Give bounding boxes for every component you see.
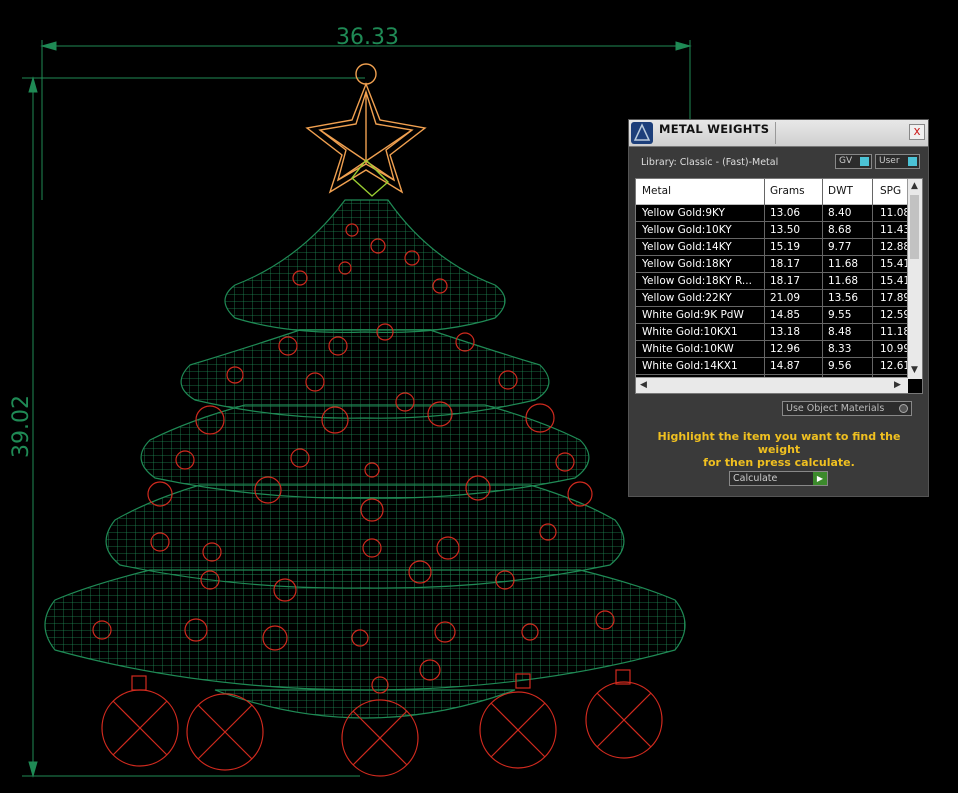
scroll-right-icon[interactable]: ▶	[894, 380, 901, 390]
cell-spg: 11.08	[880, 207, 908, 219]
table-row[interactable]: Yellow Gold:10KY 13.50 8.68 11.43	[636, 222, 908, 239]
scroll-thumb[interactable]	[910, 195, 919, 259]
cell-spg: 12.61	[880, 360, 908, 372]
title-divider	[775, 122, 776, 144]
cell-dwt: 9.55	[828, 309, 852, 321]
column-header-spg[interactable]: SPG	[880, 185, 901, 197]
cell-dwt: 8.33	[828, 343, 852, 355]
toggle-knob-icon	[908, 157, 917, 166]
cell-metal: White Gold:14KX1	[642, 360, 738, 372]
cell-metal: Yellow Gold:10KY	[642, 224, 732, 236]
table-row[interactable]: Yellow Gold:22KY 21.09 13.56 17.89	[636, 290, 908, 307]
app-logo-icon	[631, 122, 653, 144]
metal-weights-panel: METAL WEIGHTS x Library: Classic - (Fast…	[628, 119, 929, 497]
library-label: Library: Classic - (Fast)-Metal	[641, 157, 779, 168]
calculate-button[interactable]: Calculate ▶	[729, 471, 828, 486]
cell-metal: Yellow Gold:22KY	[642, 292, 732, 304]
cell-grams: 14.87	[770, 360, 801, 372]
calculate-label: Calculate	[733, 473, 778, 484]
metal-weights-table[interactable]: Metal Grams DWT SPG Yellow Gold:9KY 13.06…	[635, 178, 923, 394]
cell-grams: 18.17	[770, 275, 801, 287]
vertical-scrollbar[interactable]: ▲ ▼	[907, 179, 922, 379]
star-topper	[305, 63, 427, 197]
cell-spg: 12.59	[880, 309, 908, 321]
use-object-materials-toggle[interactable]: Use Object Materials	[782, 401, 912, 416]
tree-body	[44, 199, 686, 719]
cell-dwt: 9.56	[828, 360, 852, 372]
cell-dwt: 13.56	[828, 292, 859, 304]
cell-dwt: 9.77	[828, 241, 852, 253]
table-row[interactable]: White Gold:10KW 12.96 8.33 10.99	[636, 341, 908, 358]
cell-metal: Yellow Gold:18KY	[642, 258, 732, 270]
cell-spg: 12.88	[880, 241, 908, 253]
panel-title-bar[interactable]: METAL WEIGHTS x	[629, 120, 928, 147]
cell-metal: Yellow Gold:14KY	[642, 241, 732, 253]
table-row[interactable]: White Gold:10KX1 13.18 8.48 11.18	[636, 324, 908, 341]
cell-dwt: 8.40	[828, 207, 852, 219]
cell-spg: 10.99	[880, 343, 908, 355]
user-toggle[interactable]: User	[875, 154, 920, 169]
cell-metal: Yellow Gold:9KY	[642, 207, 725, 219]
cell-spg: 11.18	[880, 326, 908, 338]
user-toggle-label: User	[879, 156, 900, 166]
cell-grams: 12.96	[770, 343, 801, 355]
horizontal-scrollbar[interactable]: ◀ ▶	[636, 377, 908, 393]
gv-toggle-label: GV	[839, 156, 853, 166]
close-button[interactable]: x	[909, 124, 925, 140]
cell-grams: 13.18	[770, 326, 801, 338]
table-row[interactable]: White Gold:14KX1 14.87 9.56 12.61	[636, 358, 908, 375]
cell-dwt: 11.68	[828, 258, 859, 270]
table-row[interactable]: Yellow Gold:9KY 13.06 8.40 11.08	[636, 205, 908, 222]
cell-metal: White Gold:10KX1	[642, 326, 738, 338]
cell-metal: White Gold:9K PdW	[642, 309, 744, 321]
cell-spg: 15.41	[880, 258, 908, 270]
scroll-up-icon[interactable]: ▲	[911, 181, 918, 191]
cell-dwt: 8.68	[828, 224, 852, 236]
use-object-materials-label: Use Object Materials	[786, 403, 885, 414]
column-header-dwt[interactable]: DWT	[828, 185, 853, 197]
cell-grams: 21.09	[770, 292, 801, 304]
cell-spg: 15.41	[880, 275, 908, 287]
instructions-line-1: Highlight the item you want to find the …	[657, 430, 901, 456]
table-row[interactable]: White Gold:9K PdW 14.85 9.55 12.59	[636, 307, 908, 324]
radio-indicator-icon	[899, 404, 908, 413]
gv-toggle[interactable]: GV	[835, 154, 872, 169]
panel-title: METAL WEIGHTS	[659, 122, 770, 136]
scroll-left-icon[interactable]: ◀	[640, 380, 647, 390]
column-header-metal[interactable]: Metal	[642, 185, 671, 197]
table-body: Yellow Gold:9KY 13.06 8.40 11.08 Yellow Gold…	[636, 205, 908, 392]
cell-grams: 13.06	[770, 207, 801, 219]
cell-grams: 15.19	[770, 241, 801, 253]
width-dimension-label: 36.33	[336, 25, 399, 50]
table-row[interactable]: Yellow Gold:14KY 15.19 9.77 12.88	[636, 239, 908, 256]
height-dimension-label: 39.02	[9, 395, 34, 458]
cell-dwt: 11.68	[828, 275, 859, 287]
cell-spg: 17.89	[880, 292, 908, 304]
table-row[interactable]: Yellow Gold:18KY R... 18.17 11.68 15.41	[636, 273, 908, 290]
table-row[interactable]: Yellow Gold:18KY 18.17 11.68 15.41	[636, 256, 908, 273]
cell-spg: 11.43	[880, 224, 908, 236]
cell-metal: White Gold:10KW	[642, 343, 734, 355]
cell-metal: Yellow Gold:18KY R...	[642, 275, 752, 287]
instructions-line-2: for then press calculate.	[703, 456, 855, 469]
cell-grams: 13.50	[770, 224, 801, 236]
table-header: Metal Grams DWT SPG	[636, 179, 908, 205]
cell-grams: 14.85	[770, 309, 801, 321]
column-header-grams[interactable]: Grams	[770, 185, 805, 197]
cell-dwt: 8.48	[828, 326, 852, 338]
toggle-knob-icon	[860, 157, 869, 166]
cell-grams: 18.17	[770, 258, 801, 270]
scroll-down-icon[interactable]: ▼	[911, 365, 918, 375]
play-arrow-icon: ▶	[813, 472, 827, 485]
instructions-text: Highlight the item you want to find the …	[641, 430, 917, 469]
